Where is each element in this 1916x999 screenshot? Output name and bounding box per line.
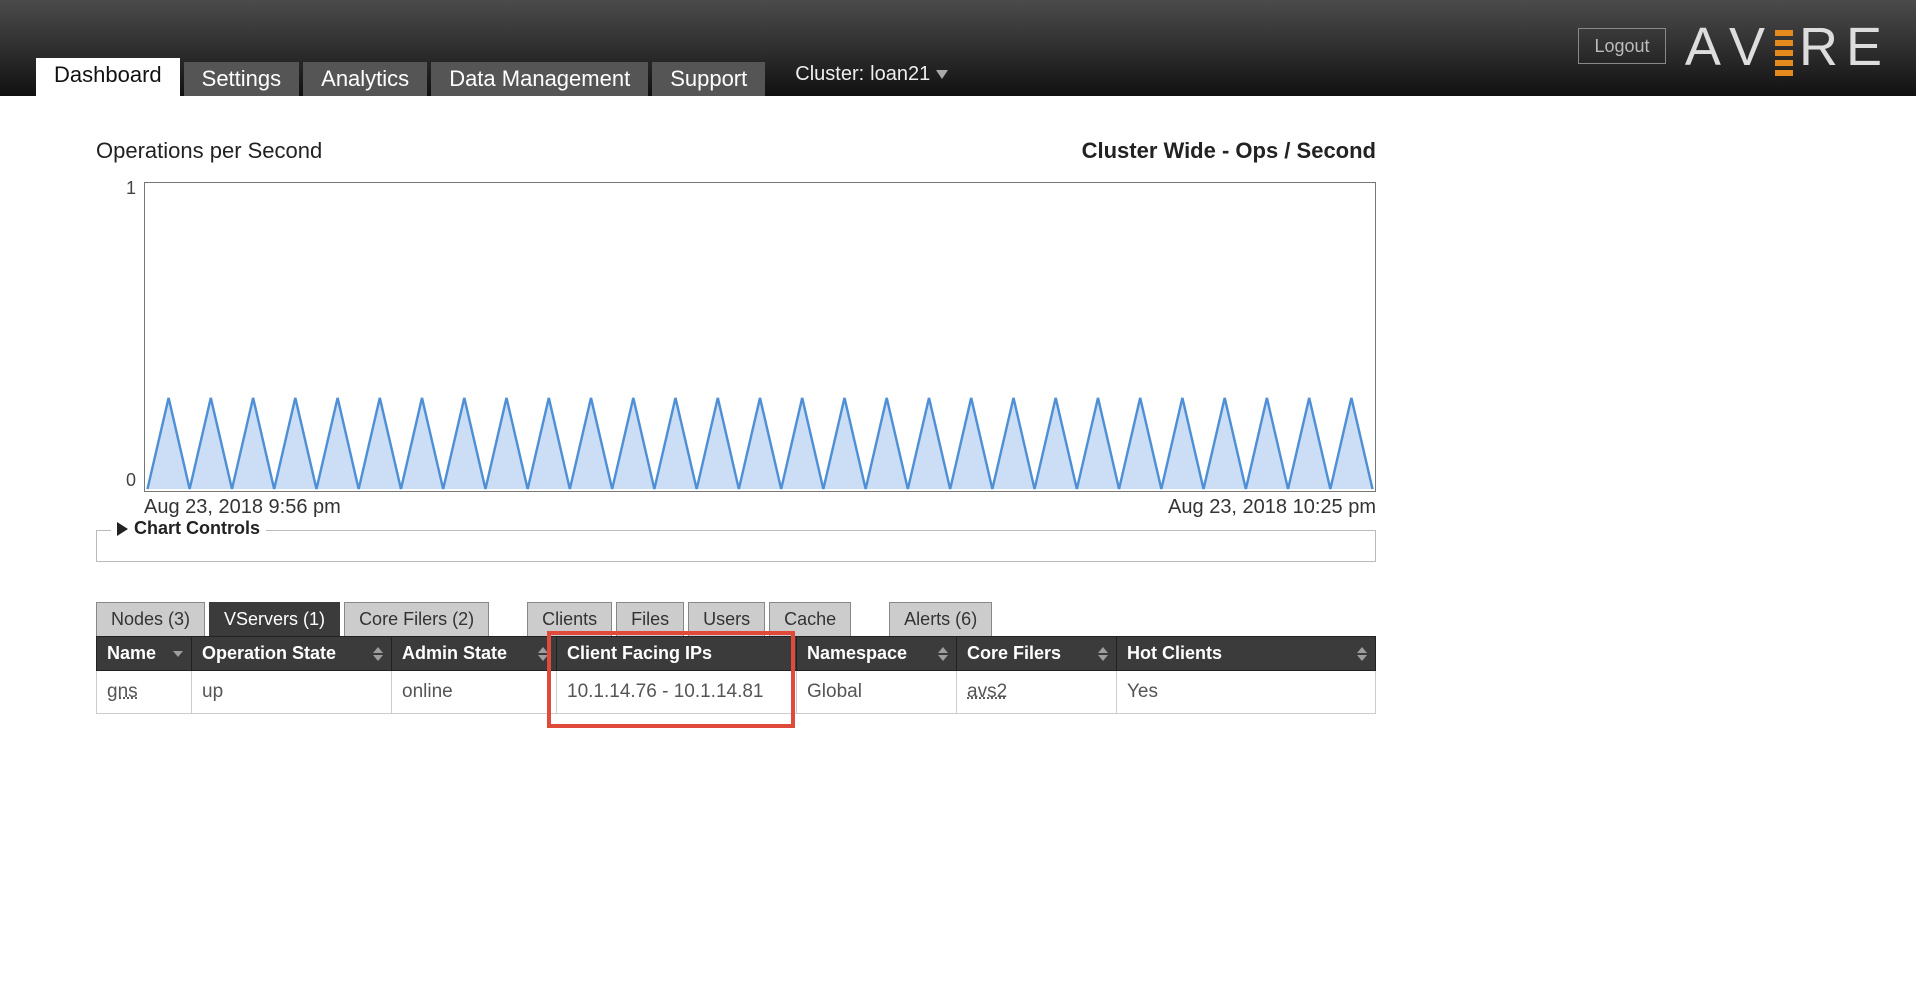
chart-header: Operations per Second Cluster Wide - Ops… bbox=[96, 138, 1376, 164]
tab-support[interactable]: Support bbox=[652, 62, 765, 96]
main-tabs: Dashboard Settings Analytics Data Manage… bbox=[36, 58, 948, 96]
y-tick-high: 1 bbox=[126, 178, 136, 199]
chart-svg bbox=[145, 183, 1375, 491]
chevron-down-icon bbox=[936, 70, 948, 79]
chart-title-left: Operations per Second bbox=[96, 138, 322, 164]
content-area: Operations per Second Cluster Wide - Ops… bbox=[96, 138, 1376, 714]
sort-icon bbox=[938, 647, 948, 661]
subtab-vservers[interactable]: VServers (1) bbox=[209, 602, 340, 636]
cell-operation-state: up bbox=[192, 671, 392, 714]
subtab-cache[interactable]: Cache bbox=[769, 602, 851, 636]
col-core-filers[interactable]: Core Filers bbox=[957, 637, 1117, 671]
ops-chart-plot[interactable] bbox=[144, 182, 1376, 492]
logo-letter-e2: E bbox=[1846, 16, 1886, 78]
y-tick-low: 0 bbox=[126, 470, 136, 491]
logo-letter-v: V bbox=[1729, 16, 1769, 78]
col-admin-state[interactable]: Admin State bbox=[392, 637, 557, 671]
subtab-core-filers[interactable]: Core Filers (2) bbox=[344, 602, 489, 636]
vservers-table-container: Name Operation State Admin State Client … bbox=[96, 636, 1376, 714]
chart-wrap: 1 0 Aug 23, 2018 9:56 pm Aug 23, 2018 10… bbox=[144, 182, 1376, 512]
chart-x-labels: Aug 23, 2018 9:56 pm Aug 23, 2018 10:25 … bbox=[144, 496, 1376, 519]
tab-dashboard[interactable]: Dashboard bbox=[36, 58, 180, 96]
logo-letter-r: R bbox=[1799, 16, 1842, 78]
cell-admin-state: online bbox=[392, 671, 557, 714]
logout-button[interactable]: Logout bbox=[1578, 28, 1666, 64]
col-client-facing-ips[interactable]: Client Facing IPs bbox=[557, 637, 797, 671]
sort-icon bbox=[1098, 647, 1108, 661]
sort-icon bbox=[373, 647, 383, 661]
cluster-picker[interactable]: Cluster: loan21 bbox=[795, 63, 948, 92]
cell-name[interactable]: gns bbox=[97, 671, 192, 714]
cluster-picker-label: Cluster: bbox=[795, 63, 864, 86]
chart-controls-label: Chart Controls bbox=[134, 518, 260, 539]
cell-namespace: Global bbox=[797, 671, 957, 714]
x-end-label: Aug 23, 2018 10:25 pm bbox=[1168, 496, 1376, 519]
table-row: gns up online 10.1.14.76 - 10.1.14.81 Gl… bbox=[97, 671, 1376, 714]
brand-logo: A V R E bbox=[1685, 8, 1886, 86]
sort-icon bbox=[1357, 647, 1367, 661]
col-operation-state[interactable]: Operation State bbox=[192, 637, 392, 671]
col-name[interactable]: Name bbox=[97, 637, 192, 671]
cluster-picker-name: loan21 bbox=[870, 63, 930, 86]
tab-settings[interactable]: Settings bbox=[184, 62, 300, 96]
x-start-label: Aug 23, 2018 9:56 pm bbox=[144, 496, 341, 519]
cell-hot-clients: Yes bbox=[1117, 671, 1376, 714]
subtab-alerts[interactable]: Alerts (6) bbox=[889, 602, 992, 636]
chart-controls[interactable]: Chart Controls bbox=[96, 530, 1376, 562]
lower-tabs: Nodes (3) VServers (1) Core Filers (2) C… bbox=[96, 602, 1376, 636]
subtab-nodes[interactable]: Nodes (3) bbox=[96, 602, 205, 636]
subtab-files[interactable]: Files bbox=[616, 602, 684, 636]
subtab-users[interactable]: Users bbox=[688, 602, 765, 636]
chart-title-right: Cluster Wide - Ops / Second bbox=[1082, 138, 1376, 164]
chart-controls-toggle[interactable]: Chart Controls bbox=[111, 518, 266, 539]
sort-icon bbox=[173, 651, 183, 657]
logo-letter-a: A bbox=[1685, 16, 1725, 78]
tab-data-management[interactable]: Data Management bbox=[431, 62, 648, 96]
logo-letter-e-icon bbox=[1775, 18, 1793, 76]
top-bar: Logout A V R E Dashboard Settings Analyt… bbox=[0, 0, 1916, 96]
sort-icon bbox=[538, 647, 548, 661]
vserver-link[interactable]: gns bbox=[107, 681, 138, 702]
subtab-clients[interactable]: Clients bbox=[527, 602, 612, 636]
col-namespace[interactable]: Namespace bbox=[797, 637, 957, 671]
tab-analytics[interactable]: Analytics bbox=[303, 62, 427, 96]
triangle-right-icon bbox=[117, 522, 128, 536]
vservers-table: Name Operation State Admin State Client … bbox=[96, 636, 1376, 714]
col-hot-clients[interactable]: Hot Clients bbox=[1117, 637, 1376, 671]
cell-core-filers[interactable]: avs2 bbox=[957, 671, 1117, 714]
core-filer-link[interactable]: avs2 bbox=[967, 681, 1007, 702]
cell-client-facing-ips: 10.1.14.76 - 10.1.14.81 bbox=[557, 671, 797, 714]
